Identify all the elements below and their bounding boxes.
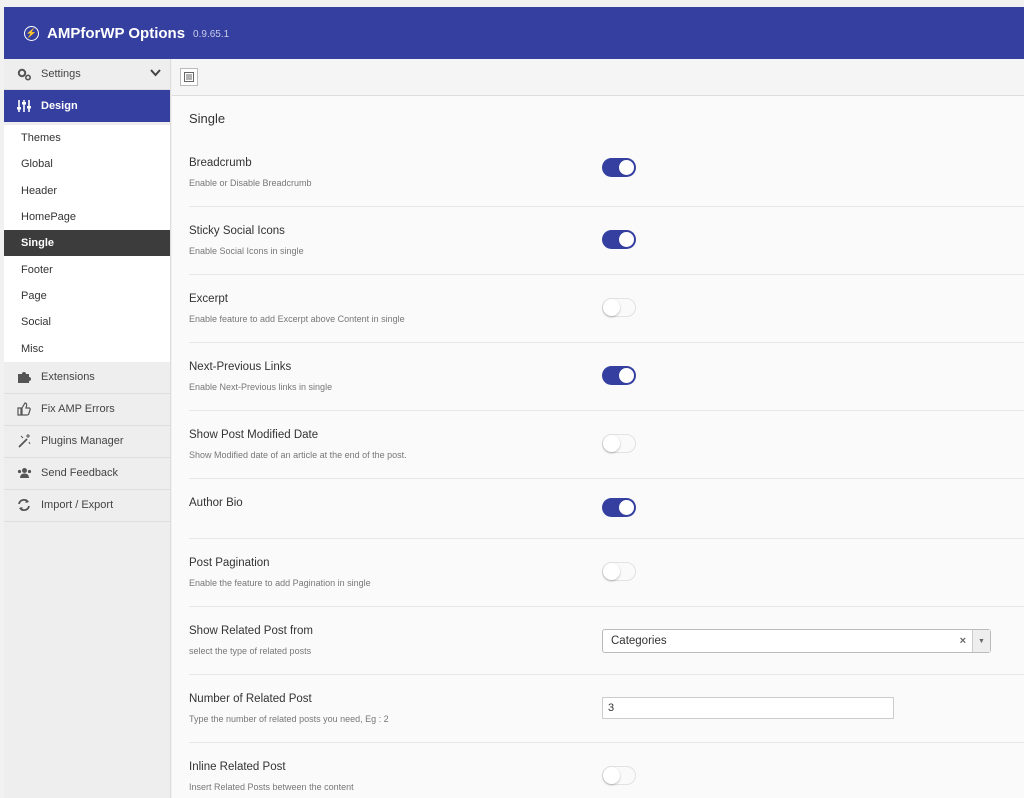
sidebar-item-label: Settings: [41, 68, 81, 80]
app-title: AMPforWP Options: [47, 24, 186, 42]
option-label: Next-Previous Links: [189, 361, 292, 373]
sidebar-item-label: Extensions: [41, 371, 95, 384]
submenu-item-social[interactable]: Social: [4, 309, 170, 335]
refresh-icon: [16, 497, 32, 513]
inline-related-post-toggle[interactable]: [602, 766, 636, 785]
dropdown-arrow-icon[interactable]: ▼: [972, 630, 990, 652]
option-desc: select the type of related posts: [189, 646, 312, 656]
select-value: Categories: [611, 635, 667, 647]
sidebar: Settings Design Themes Global Header Hom…: [4, 59, 171, 798]
excerpt-toggle[interactable]: [602, 298, 636, 317]
sidebar-item-extensions[interactable]: Extensions: [4, 361, 170, 394]
submenu-item-single[interactable]: Single: [4, 230, 170, 257]
submenu-item-misc[interactable]: Misc: [4, 335, 170, 361]
sidebar-item-label: Plugins Manager: [41, 435, 124, 448]
submenu-item-global[interactable]: Global: [4, 151, 170, 177]
chevron-down-icon[interactable]: [150, 68, 161, 80]
submenu-item-footer[interactable]: Footer: [4, 256, 170, 282]
sidebar-item-settings[interactable]: Settings: [4, 59, 170, 90]
sidebar-item-design[interactable]: Design: [4, 90, 170, 122]
option-desc: Enable Next-Previous links in single: [189, 382, 333, 392]
option-label: Show Related Post from: [189, 625, 314, 637]
sidebar-item-label: Design: [41, 100, 78, 112]
option-label: Author Bio: [189, 497, 243, 509]
sidebar-item-import-export[interactable]: Import / Export: [4, 489, 170, 522]
option-inline-related-post: Inline Related Post Insert Related Posts…: [189, 743, 1024, 798]
bolt-icon: ⚡: [24, 25, 39, 41]
submenu-item-themes[interactable]: Themes: [4, 125, 170, 151]
clear-icon[interactable]: ×: [960, 635, 966, 647]
toolbar: [172, 59, 1024, 96]
sidebar-item-label: Fix AMP Errors: [41, 403, 115, 416]
related-post-count-input[interactable]: 3: [602, 697, 894, 719]
expand-options-button[interactable]: [180, 68, 198, 86]
submenu-item-header[interactable]: Header: [4, 178, 170, 204]
breadcrumb-toggle[interactable]: [602, 158, 636, 177]
author-bio-toggle[interactable]: [602, 498, 636, 517]
option-label: Sticky Social Icons: [189, 225, 285, 237]
list-icon: [184, 72, 194, 82]
option-label: Post Pagination: [189, 557, 270, 569]
option-desc: Enable the feature to add Pagination in …: [189, 578, 371, 588]
option-number-of-related-post: Number of Related Post Type the number o…: [189, 675, 1024, 743]
sticky-social-icons-toggle[interactable]: [602, 230, 636, 249]
related-post-source-select[interactable]: Categories × ▼: [602, 629, 991, 653]
submenu-item-page[interactable]: Page: [4, 283, 170, 309]
main-panel: Single Breadcrumb Enable or Disable Brea…: [172, 59, 1024, 798]
sidebar-item-fix-amp-errors[interactable]: Fix AMP Errors: [4, 393, 170, 426]
app-version: 0.9.65.1: [193, 28, 230, 40]
option-desc: Enable feature to add Excerpt above Cont…: [189, 314, 405, 324]
option-show-post-modified-date: Show Post Modified Date Show Modified da…: [189, 411, 1024, 479]
post-pagination-toggle[interactable]: [602, 562, 636, 581]
option-author-bio: Author Bio: [189, 479, 1024, 539]
option-show-related-post-from: Show Related Post from select the type o…: [189, 607, 1024, 675]
next-previous-links-toggle[interactable]: [602, 366, 636, 385]
thumbs-up-icon: [16, 401, 32, 417]
option-label: Excerpt: [189, 293, 228, 305]
puzzle-icon: [16, 369, 32, 385]
submenu-item-homepage[interactable]: HomePage: [4, 204, 170, 230]
option-desc: Enable Social Icons in single: [189, 246, 304, 256]
sidebar-item-plugins-manager[interactable]: Plugins Manager: [4, 425, 170, 458]
option-label: Inline Related Post: [189, 761, 286, 773]
sliders-icon: [16, 98, 32, 114]
option-desc: Enable or Disable Breadcrumb: [189, 178, 312, 188]
option-post-pagination: Post Pagination Enable the feature to ad…: [189, 539, 1024, 607]
option-sticky-social-icons: Sticky Social Icons Enable Social Icons …: [189, 207, 1024, 275]
gears-icon: [16, 66, 32, 82]
option-label: Show Post Modified Date: [189, 429, 319, 441]
option-label: Breadcrumb: [189, 157, 252, 169]
option-next-previous-links: Next-Previous Links Enable Next-Previous…: [189, 343, 1024, 411]
option-breadcrumb: Breadcrumb Enable or Disable Breadcrumb: [189, 143, 1024, 207]
option-excerpt: Excerpt Enable feature to add Excerpt ab…: [189, 275, 1024, 343]
sidebar-item-label: Import / Export: [41, 499, 114, 512]
option-desc: Show Modified date of an article at the …: [189, 450, 407, 460]
app-header: ⚡ AMPforWP Options 0.9.65.1: [4, 7, 1024, 59]
option-desc: Insert Related Posts between the content: [189, 782, 354, 792]
section-title: Single: [189, 111, 226, 126]
magic-wand-icon: [16, 433, 32, 449]
users-icon: [16, 465, 32, 481]
show-post-modified-date-toggle[interactable]: [602, 434, 636, 453]
option-desc: Type the number of related posts you nee…: [189, 714, 389, 724]
sidebar-item-label: Send Feedback: [41, 467, 119, 480]
design-submenu: Themes Global Header HomePage Single Foo…: [4, 125, 170, 362]
option-label: Number of Related Post: [189, 693, 312, 705]
sidebar-item-send-feedback[interactable]: Send Feedback: [4, 457, 170, 490]
